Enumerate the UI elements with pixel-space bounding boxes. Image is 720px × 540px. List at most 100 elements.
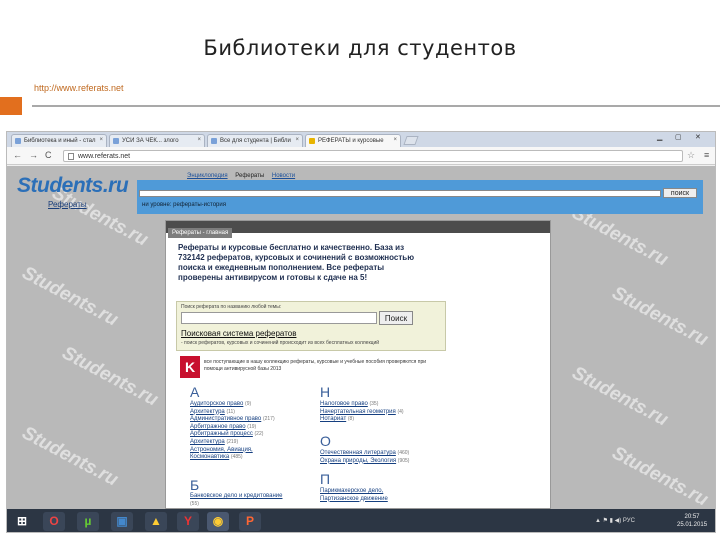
- slide-title: Библиотеки для студентов: [203, 36, 517, 60]
- kaspersky-logo-icon: K: [180, 356, 200, 378]
- list-item[interactable]: Нотариат (8): [320, 416, 404, 424]
- watermark-logo: Students.ru: [568, 362, 672, 431]
- letter-heading-p: П: [320, 471, 331, 487]
- web-page: Students.ru Students.ru Students.ru Stud…: [7, 166, 715, 509]
- clock-date: 25.01.2015: [677, 522, 708, 528]
- list-item[interactable]: Арбитражный процесс (22): [190, 431, 275, 439]
- category-list-o: Отечественная литература (460) Охрана пр…: [320, 450, 409, 465]
- watermark-logo: Students.ru: [58, 342, 162, 411]
- browser-screenshot: Библиотека и иный - стал × УСИ ЗА ЧЕК... …: [6, 131, 716, 533]
- browser-toolbar: ← → C www.referats.net ☆ ≡: [7, 147, 715, 165]
- address-bar[interactable]: www.referats.net: [63, 150, 683, 162]
- site-search-button[interactable]: поиск: [663, 188, 697, 198]
- close-window-icon[interactable]: ✕: [695, 133, 701, 141]
- watermark-logo: Students.ru: [18, 262, 122, 331]
- list-item[interactable]: Космонавтика (485): [190, 454, 275, 462]
- clock-time: 20:57: [684, 514, 700, 520]
- new-tab-button[interactable]: [403, 136, 419, 145]
- main-content: Рефераты - главная Рефераты и курсовые б…: [165, 220, 551, 509]
- slide-divider: [0, 97, 720, 115]
- list-item[interactable]: Охрана природы, Экология (905): [320, 458, 409, 466]
- minimize-icon[interactable]: ▁: [657, 133, 662, 141]
- list-item[interactable]: Банковское дело и кредитование: [190, 493, 283, 501]
- favicon-icon: [309, 138, 315, 144]
- watermark-logo: Students.ru: [608, 442, 712, 509]
- letter-heading-o: О: [320, 433, 331, 449]
- menu-icon[interactable]: ≡: [704, 150, 709, 160]
- close-icon[interactable]: ×: [197, 137, 201, 143]
- letter-heading-n: Н: [320, 384, 331, 400]
- tab-home[interactable]: Рефераты - главная: [168, 228, 233, 238]
- windows-taskbar: ⊞ O µ ▣ ▲ Y ◉ P ▲ ⚑ ▮ ◀) РУС 20:57 25.01…: [7, 509, 715, 532]
- close-icon[interactable]: ×: [295, 137, 299, 143]
- tab-label: РЕФЕРАТЫ и курсовые: [318, 138, 384, 144]
- antivirus-note: все поступающие в нашу коллекцию реферат…: [204, 359, 427, 372]
- favicon-icon: [15, 138, 21, 144]
- letter-heading-a: А: [190, 384, 200, 400]
- nav-news[interactable]: Новости: [272, 173, 295, 179]
- save-icon[interactable]: ▣: [111, 512, 133, 531]
- clock[interactable]: 20:57 25.01.2015: [677, 513, 707, 529]
- slide-link[interactable]: http://www.referats.net: [34, 83, 124, 93]
- powerpoint-icon[interactable]: P: [239, 512, 261, 531]
- site-logo[interactable]: Students.ru: [17, 174, 129, 198]
- page-icon: [68, 153, 74, 160]
- yandex-icon[interactable]: Y: [177, 512, 199, 531]
- category-list-a: Аудиторское право (9) Архитектура (11) А…: [190, 401, 275, 462]
- browser-tab-2[interactable]: УСИ ЗА ЧЕК... злого ×: [109, 134, 205, 147]
- referat-search-input[interactable]: [181, 312, 377, 324]
- close-icon[interactable]: ×: [393, 137, 397, 143]
- list-item[interactable]: Начертательная геометрия (4): [320, 409, 404, 417]
- chrome-icon[interactable]: ◉: [207, 512, 229, 531]
- reload-icon[interactable]: C: [45, 150, 52, 160]
- list-item[interactable]: Архитектура (219): [190, 439, 275, 447]
- logo-subtitle[interactable]: Рефераты: [48, 200, 87, 209]
- browser-tab-3[interactable]: Все для студента | Библи ×: [207, 134, 303, 147]
- list-item[interactable]: Налоговое право (35): [320, 401, 404, 409]
- list-item[interactable]: Отечественная литература (460): [320, 450, 409, 458]
- search-label: Поиск реферата по названию любой темы:: [181, 304, 282, 310]
- nav-referats[interactable]: Рефераты: [235, 173, 264, 179]
- breadcrumb: ни уровне: рефераты-история: [142, 202, 226, 208]
- top-nav: Энциклопедия Рефераты Новости: [187, 173, 301, 179]
- site-search-input[interactable]: [139, 190, 661, 197]
- tab-label: Библиотека и иный - стал: [24, 138, 96, 144]
- favicon-icon: [113, 138, 119, 144]
- system-tray[interactable]: ▲ ⚑ ▮ ◀) РУС: [595, 517, 635, 524]
- intro-text: Рефераты и курсовые бесплатно и качестве…: [178, 243, 415, 282]
- list-item[interactable]: Административное право (217): [190, 416, 275, 424]
- list-item[interactable]: Партизанское движение: [320, 496, 388, 504]
- watermark-logo: Students.ru: [18, 422, 122, 491]
- address-text: www.referats.net: [78, 153, 131, 160]
- list-item[interactable]: Астрономия, Авиация,: [190, 447, 275, 455]
- tab-bar: Библиотека и иный - стал × УСИ ЗА ЧЕК... …: [7, 132, 715, 147]
- search-system-title[interactable]: Поисковая система рефератов: [181, 329, 296, 338]
- opera-icon[interactable]: O: [43, 512, 65, 531]
- referat-search-button[interactable]: Поиск: [379, 311, 413, 325]
- header-bar: [137, 180, 703, 214]
- list-item[interactable]: Аудиторское право (9): [190, 401, 275, 409]
- favicon-icon: [211, 138, 217, 144]
- list-item[interactable]: Архитектура (11): [190, 409, 275, 417]
- tab-label: УСИ ЗА ЧЕК... злого: [122, 138, 179, 144]
- bookmark-star-icon[interactable]: ☆: [687, 150, 695, 161]
- list-item[interactable]: Парикмахерское дело,: [320, 488, 388, 496]
- forward-icon[interactable]: →: [29, 150, 38, 160]
- back-icon[interactable]: ←: [13, 150, 22, 160]
- content-tab-bar: Рефераты - главная: [166, 221, 550, 238]
- maximize-icon[interactable]: ▢: [675, 133, 682, 141]
- browser-tab-1[interactable]: Библиотека и иный - стал ×: [11, 134, 107, 147]
- referat-search-panel: Поиск реферата по названию любой темы: П…: [176, 301, 446, 351]
- nav-encyclopedia[interactable]: Энциклопедия: [187, 173, 228, 179]
- tab-label: Все для студента | Библи: [220, 138, 291, 144]
- list-item: (55): [190, 500, 199, 507]
- category-list-p: Парикмахерское дело, Партизанское движен…: [320, 488, 388, 503]
- torrent-icon[interactable]: µ: [77, 512, 99, 531]
- browser-tab-4[interactable]: РЕФЕРАТЫ и курсовые ×: [305, 134, 401, 147]
- letter-heading-b: Б: [190, 477, 200, 493]
- close-icon[interactable]: ×: [99, 137, 103, 143]
- start-button-icon[interactable]: ⊞: [11, 512, 33, 531]
- search-description: - поиск рефератов, курсовых и сочинений …: [181, 340, 380, 346]
- drive-icon[interactable]: ▲: [145, 512, 167, 531]
- category-list-n: Налоговое право (35) Начертательная геом…: [320, 401, 404, 424]
